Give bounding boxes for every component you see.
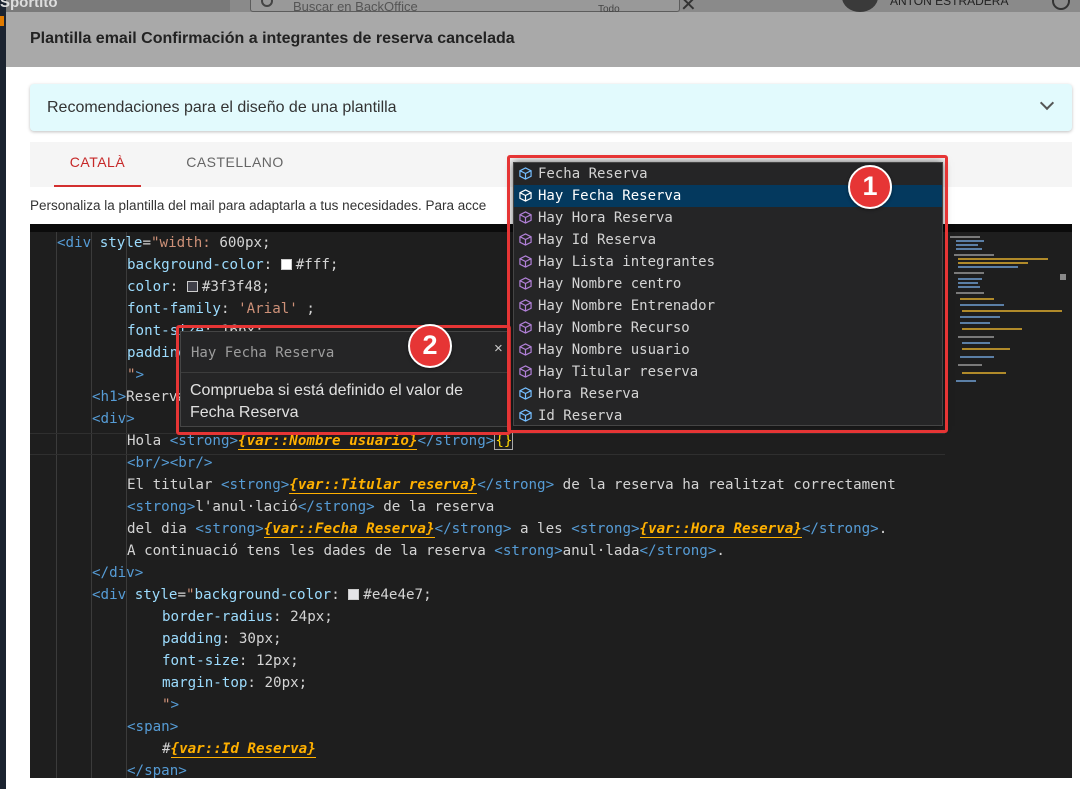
code-line: <span> (127, 719, 179, 735)
code-line: <h1>Reserva (92, 389, 186, 405)
background-user-name: ANTON ESTRADERA (890, 0, 1009, 8)
code-line: background-color: #fff; (127, 257, 339, 273)
code-line: El titular <strong>{var::Titular reserva… (127, 477, 896, 494)
background-brand-mark (0, 16, 4, 26)
chevron-down-icon[interactable] (1039, 95, 1055, 111)
code-line: margin-top: 20px; (162, 675, 308, 691)
code-line: "> (162, 697, 180, 713)
color-swatch[interactable] (348, 589, 360, 600)
code-line: "> (127, 367, 145, 383)
callout-badge-1: 1 (848, 165, 892, 209)
code-line: </span> (127, 763, 187, 778)
code-line: <div style="width: 600px; (57, 235, 271, 251)
indent-guide (56, 232, 57, 778)
code-line: font-size: 12px; (162, 653, 299, 669)
color-swatch[interactable] (186, 281, 198, 292)
code-line: padding: 30px; (162, 631, 282, 647)
search-icon (261, 0, 273, 7)
background-search-placeholder: Buscar en BackOffice (293, 0, 418, 12)
tab-castellano[interactable]: CASTELLANO (170, 142, 300, 187)
code-line: #{var::Id Reserva} (162, 741, 316, 758)
callout-badge-2: 2 (408, 324, 452, 368)
code-line: <strong>l'anul·lació</strong> de la rese… (127, 499, 495, 515)
code-line: del dia <strong>{var::Fecha Reserva}</st… (127, 521, 888, 538)
modal-header: Plantilla email Confirmación a integrant… (6, 12, 1080, 67)
code-line: <div> (92, 411, 135, 427)
code-line: A continuació tens les dades de la reser… (127, 543, 725, 559)
callout-frame-2 (176, 325, 511, 435)
indent-guide (91, 232, 92, 778)
code-line: <div style="background-color: #e4e4e7; (92, 587, 432, 603)
code-line: font-family: 'Arial' ; (127, 301, 315, 317)
minimap-scroll-handle[interactable] (1060, 274, 1066, 280)
help-text: Personaliza la plantilla del mail para a… (30, 198, 487, 213)
accordion-label: Recomendaciones para el diseño de una pl… (47, 99, 397, 116)
code-line: color: #3f3f48; (127, 279, 271, 295)
code-line: </div> (92, 565, 144, 581)
code-line: <br/><br/> (127, 455, 213, 471)
background-brand: Sportito (0, 0, 58, 11)
editor-minimap[interactable] (950, 232, 1062, 432)
code-line: border-radius: 24px; (162, 609, 333, 625)
tab-catala[interactable]: CATALÀ (54, 142, 141, 187)
recommendations-accordion[interactable]: Recomendaciones para el diseño de una pl… (30, 84, 1072, 131)
color-swatch[interactable] (280, 259, 292, 270)
modal-title: Plantilla email Confirmación a integrant… (30, 30, 515, 47)
